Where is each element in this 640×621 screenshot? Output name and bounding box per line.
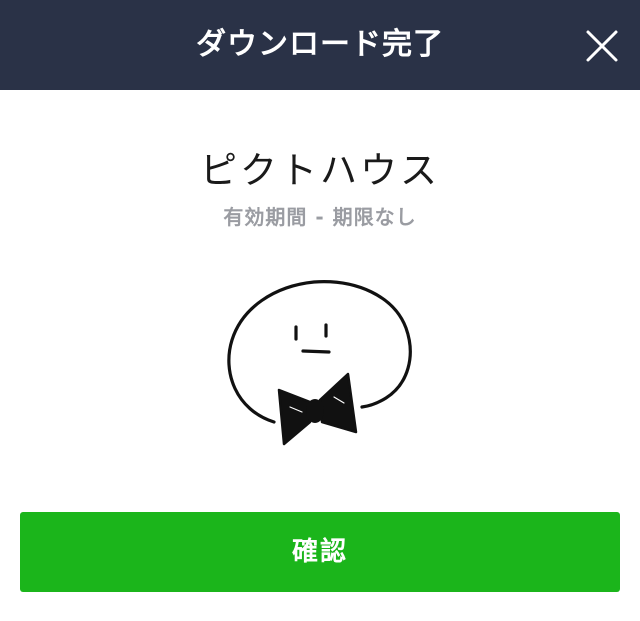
dialog-title: ダウンロード完了 [196, 27, 444, 62]
dialog-header: ダウンロード完了 [0, 0, 640, 90]
sticker-title: ピクトハウス [200, 149, 440, 192]
close-button[interactable] [582, 26, 622, 66]
sticker-image [216, 272, 422, 458]
download-complete-dialog: ダウンロード完了 ピクトハウス 有効期間 - 期限なし 確認 [0, 0, 640, 621]
validity-period: 有効期間 - 期限なし [223, 205, 417, 229]
confirm-button[interactable]: 確認 [20, 512, 620, 592]
bowtie-character-sticker-icon [227, 280, 412, 446]
close-icon [586, 30, 618, 62]
